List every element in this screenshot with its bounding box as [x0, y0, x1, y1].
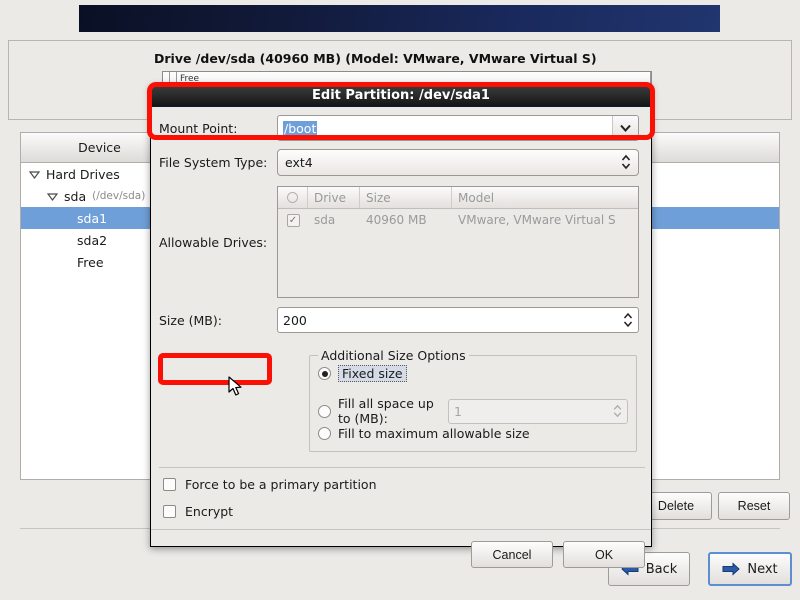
allowable-drives-header: Drive Size Model	[278, 187, 638, 209]
radio-fixed-size-label: Fixed size	[338, 365, 407, 382]
size-value: 200	[283, 312, 307, 328]
size-row: Size (MB): 200	[151, 305, 653, 335]
radio-fill-max-label: Fill to maximum allowable size	[338, 426, 530, 441]
checkbox-icon[interactable]	[163, 478, 176, 491]
list-item-label: sda	[64, 188, 87, 204]
mount-point-row: Mount Point: /boot	[151, 113, 653, 143]
cell-drive: sda	[314, 213, 336, 227]
spinner-icon[interactable]	[620, 308, 636, 332]
allowable-drives-row: Allowable Drives: Drive Size Model ✓ sda…	[151, 183, 653, 301]
radio-fill-up-to[interactable]: Fill all space up to (MB): 1	[318, 396, 628, 426]
file-system-type-select[interactable]: ext4	[277, 148, 639, 176]
radio-fixed-size[interactable]: Fixed size	[318, 365, 407, 382]
checkbox-force-primary-label: Force to be a primary partition	[185, 477, 377, 492]
file-system-type-label: File System Type:	[159, 154, 268, 170]
cell-model: VMware, VMware Virtual S	[458, 213, 616, 227]
column-header-size[interactable]: Size	[360, 187, 452, 208]
chevron-down-icon[interactable]	[612, 116, 638, 140]
edit-partition-dialog: Edit Partition: /dev/sda1 Mount Point: /…	[150, 84, 653, 568]
size-input[interactable]: 200	[277, 307, 639, 333]
triangle-down-icon[interactable]	[47, 192, 58, 201]
fill-up-to-value: 1	[454, 403, 462, 419]
radio-fill-up-to-label: Fill all space up to (MB):	[338, 396, 434, 426]
radio-fill-max[interactable]: Fill to maximum allowable size	[318, 426, 530, 441]
additional-size-options-group: Additional Size Options Fixed size Fill …	[309, 348, 637, 452]
list-item-label: sda1	[77, 210, 108, 226]
column-header-model[interactable]: Model	[452, 187, 638, 208]
file-system-type-value: ext4	[285, 154, 313, 170]
ok-button[interactable]: OK	[563, 541, 645, 568]
checkbox-force-primary[interactable]: Force to be a primary partition	[163, 477, 377, 492]
additional-size-options-legend: Additional Size Options	[318, 348, 469, 363]
row-checkbox[interactable]: ✓	[278, 213, 308, 227]
reset-button[interactable]: Reset	[718, 492, 790, 520]
drive-segment-label: Free	[180, 74, 200, 84]
list-item-sublabel: (/dev/sda)	[92, 190, 146, 202]
checkbox-icon[interactable]	[163, 505, 176, 518]
triangle-down-icon[interactable]	[29, 170, 40, 179]
column-header-drive[interactable]: Drive	[308, 187, 360, 208]
back-button-label: Back	[645, 561, 678, 577]
file-system-type-row: File System Type: ext4	[151, 147, 653, 177]
radio-icon[interactable]	[318, 404, 331, 418]
dialog-title: Edit Partition: /dev/sda1	[312, 88, 490, 103]
radio-icon[interactable]	[318, 367, 331, 380]
mount-point-label: Mount Point:	[159, 120, 238, 136]
mount-point-input[interactable]: /boot	[277, 115, 639, 141]
checkbox-encrypt-label: Encrypt	[185, 504, 234, 519]
dialog-body: Mount Point: /boot File System Type: ext…	[151, 107, 653, 568]
allowable-drives-table[interactable]: Drive Size Model ✓ sda 40960 MB VMware, …	[277, 186, 639, 298]
screen: Drive /dev/sda (40960 MB) (Model: VMware…	[0, 0, 800, 600]
circle-icon[interactable]	[278, 187, 308, 208]
cell-size: 40960 MB	[366, 213, 427, 227]
table-row[interactable]: ✓ sda 40960 MB VMware, VMware Virtual S	[278, 209, 638, 231]
footer-nav: Back Next	[0, 540, 800, 600]
drive-title: Drive /dev/sda (40960 MB) (Model: VMware…	[154, 51, 597, 66]
installer-banner	[79, 5, 720, 32]
size-label: Size (MB):	[159, 312, 222, 328]
next-button[interactable]: Next	[708, 552, 792, 586]
chevron-updown-icon[interactable]	[616, 150, 636, 175]
mount-point-value: /boot	[283, 120, 318, 136]
list-item-label: Free	[77, 254, 104, 270]
allowable-drives-label: Allowable Drives:	[159, 234, 268, 250]
fill-up-to-input[interactable]: 1	[448, 398, 628, 424]
list-item-label: Hard Drives	[46, 166, 120, 182]
spinner-icon[interactable]	[610, 400, 624, 423]
next-button-label: Next	[747, 561, 778, 577]
arrow-right-icon	[722, 562, 741, 576]
checkbox-encrypt[interactable]: Encrypt	[163, 504, 233, 519]
divider	[151, 529, 651, 530]
dialog-title-bar: Edit Partition: /dev/sda1	[151, 85, 651, 107]
list-item-label: sda2	[77, 232, 108, 248]
radio-icon[interactable]	[318, 427, 331, 440]
cancel-button[interactable]: Cancel	[471, 541, 553, 568]
divider	[159, 467, 645, 468]
